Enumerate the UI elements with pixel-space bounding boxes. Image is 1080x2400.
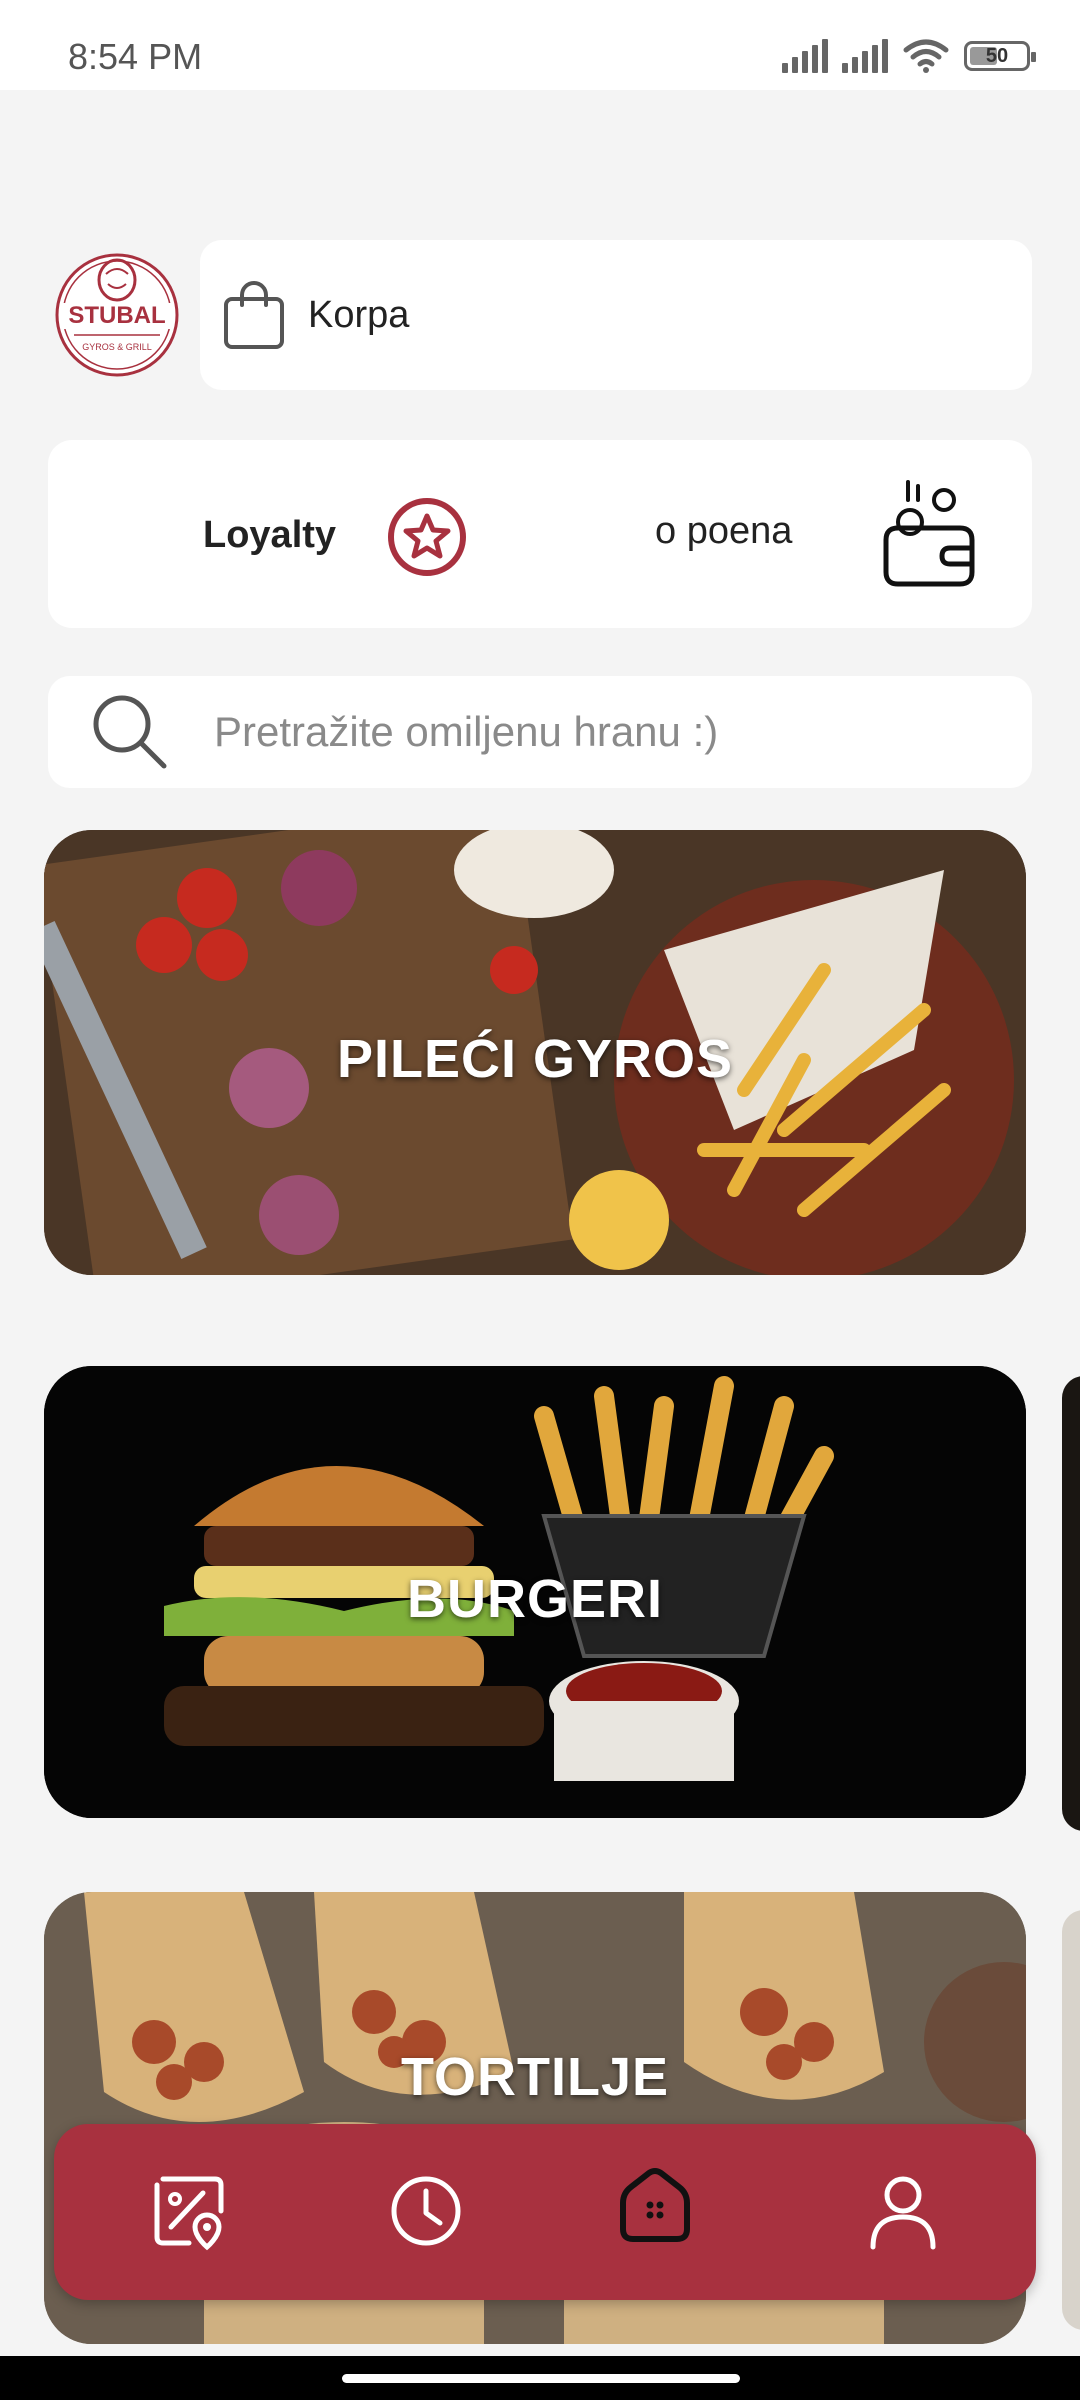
profile-icon (870, 2176, 936, 2250)
stubal-logo[interactable]: STUBAL GYROS & GRILL (52, 246, 182, 384)
search-bar[interactable] (48, 676, 1032, 788)
cart-label: Korpa (308, 293, 410, 336)
loyalty-card[interactable]: Loyalty o poena (48, 440, 1032, 628)
shopping-bag-icon (224, 281, 284, 349)
nav-discount-location[interactable] (144, 2166, 234, 2256)
discount-location-icon (154, 2176, 224, 2251)
status-bar: 8:54 PM 50 (0, 0, 1080, 90)
wallet-coins-icon (883, 480, 975, 587)
next-card-peek (1062, 1910, 1080, 2330)
status-icons: 50 (782, 38, 1036, 74)
cart-button[interactable]: Korpa (200, 240, 1032, 390)
loyalty-points: o poena (655, 510, 793, 552)
next-card-peek (1062, 1376, 1080, 1831)
home-indicator[interactable] (342, 2374, 740, 2383)
loyalty-title: Loyalty (203, 514, 337, 556)
home-icon (620, 2168, 690, 2242)
star-badge-icon (388, 498, 466, 576)
nav-profile[interactable] (858, 2166, 948, 2256)
bottom-navigation (54, 2124, 1036, 2300)
battery-icon: 50 (964, 41, 1036, 71)
signal-icon (782, 39, 828, 73)
status-time: 8:54 PM (68, 36, 203, 77)
search-input[interactable] (214, 708, 934, 756)
search-icon (93, 695, 167, 769)
logo-subtitle: GYROS & GRILL (82, 342, 152, 352)
signal-icon-2 (842, 39, 888, 73)
clock-icon (391, 2176, 461, 2246)
logo-icon: STUBAL GYROS & GRILL (55, 253, 179, 377)
category-title: PILEĆI GYROS (336, 1029, 734, 1089)
category-card-burgeri[interactable]: BURGERI (44, 1366, 1026, 1818)
category-title: BURGERI (406, 1569, 663, 1629)
nav-home[interactable] (610, 2160, 700, 2250)
category-title: TORTILJE (400, 2047, 670, 2107)
nav-history[interactable] (381, 2166, 471, 2256)
battery-level: 50 (985, 44, 1009, 67)
wifi-icon (903, 39, 949, 73)
category-card-pileci-gyros[interactable]: PILEĆI GYROS (44, 830, 1026, 1275)
logo-text: STUBAL (68, 302, 165, 329)
